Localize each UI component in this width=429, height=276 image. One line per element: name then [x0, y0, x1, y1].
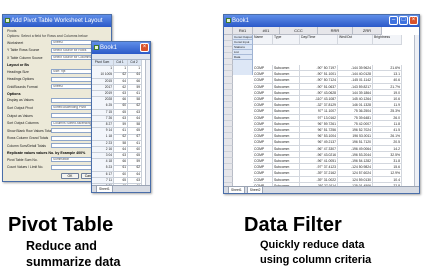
dialog-row-label: Headings Options	[7, 77, 34, 82]
pivot-dialog-title: Add Pivot Table Worksheet Layout	[11, 18, 103, 24]
dialog-row-label: Worksheet	[7, 40, 24, 45]
filter-field-header[interactable]: Brightness	[373, 35, 402, 45]
side-panel-item[interactable]: Data	[233, 55, 252, 60]
pivot-table-caption: Pivot Table	[8, 214, 114, 236]
filter-field-header[interactable]: Day/Time	[300, 35, 338, 45]
filter-field-header[interactable]: Wed/Oct	[338, 35, 373, 45]
close-icon[interactable]: ×	[409, 16, 418, 25]
pivot-sheet-title: Book1	[100, 45, 118, 51]
data-filter-titlebar[interactable]: Book1 – □ ×	[224, 15, 419, 27]
column-header[interactable]: RRR	[318, 27, 353, 35]
minimize-icon[interactable]: –	[389, 16, 398, 25]
pivot-sheet-tabs: Sheet1	[92, 185, 150, 192]
data-filter-window-controls: – □ ×	[389, 16, 418, 25]
app-icon	[226, 18, 231, 23]
sheet-tab-1[interactable]: Sheet1	[228, 187, 245, 193]
data-filter-title: Book1	[232, 18, 250, 24]
dialog-row-label: Output as Values	[7, 113, 33, 118]
column-header[interactable]: #01	[253, 27, 280, 35]
sheet-tab-2[interactable]: Sheet2	[246, 187, 264, 193]
data-filter-vertical-scrollbar[interactable]	[414, 35, 419, 186]
ok-button[interactable]: OK	[61, 172, 79, 179]
dialog-row-label: X Table Column Source	[7, 55, 43, 60]
dialog-row-label: Column Sum/Detail Totals	[7, 143, 46, 148]
column-header[interactable]: ZRR	[353, 27, 382, 35]
filter-field-header[interactable]: Name	[253, 35, 273, 45]
pivot-caption-line-2: summarize data	[26, 255, 121, 269]
filter-side-panel: Const Output Const Input Stations List Data	[233, 35, 253, 75]
app-icon	[5, 18, 10, 23]
filter-field-header[interactable]: Type	[273, 35, 300, 45]
dialog-row-label: Headings Size	[7, 69, 29, 74]
pivot-sheet-window-controls: ×	[140, 43, 149, 52]
dialog-row-label: Rows Column Grand Totals	[7, 136, 49, 141]
data-filter-sheet-tabs: Sheet1 Sheet2	[224, 186, 419, 193]
sheet-tab[interactable]: Sheet1	[96, 186, 113, 192]
app-icon	[94, 45, 99, 50]
pivot-sheet-vertical-scrollbar[interactable]	[145, 60, 150, 185]
dialog-row-label: Sort Output Columns	[7, 121, 39, 126]
pivot-dialog-titlebar[interactable]: Add Pivot Table Worksheet Layout	[3, 15, 111, 27]
dialog-row-label: Y Table Rows Source	[7, 48, 40, 53]
row-header[interactable]	[224, 59, 233, 65]
column-header[interactable]	[224, 27, 233, 35]
pivot-sheet-grid: Pivot Sum Col 1 Col 2 1 1 1 10 1005 62 64 2015 64 6…	[92, 60, 150, 191]
pivot-sheet-titlebar[interactable]: Book1 ×	[92, 42, 150, 54]
filter-caption-line-2: using column criteria	[260, 254, 372, 266]
column-header[interactable]: R#1	[233, 27, 253, 35]
dialog-row-label: Count Values / Limit No.	[7, 165, 44, 170]
filter-side-list: Const Output Const Input Stations List Data	[233, 35, 252, 60]
column-header[interactable]: CCC	[280, 27, 318, 35]
dialog-row-label: Show Blank Row Values Totals	[7, 128, 51, 133]
pivot-caption-line-1: Reduce and	[26, 239, 97, 253]
data-filter-window: Book1 – □ × R#1 #01 CCC RRR ZRR Const Output…	[223, 14, 420, 194]
filter-caption-line-1: Quickly reduce data	[260, 239, 365, 251]
dialog-row-label: Sort Output Pivot	[7, 105, 33, 110]
data-filter-caption: Data Filter	[244, 214, 342, 236]
pivot-sheet-window: Book1 × Pivot Sum Col 1 Col 2 1 1 1 10 1005 62 6…	[91, 41, 151, 193]
close-icon[interactable]: ×	[140, 43, 149, 52]
dialog-row-label: Pivot Table Sum No.	[7, 157, 38, 162]
dialog-row-label: Grid/Bounds Format	[7, 84, 38, 89]
dialog-row-label: Display as Values	[7, 98, 34, 103]
maximize-icon[interactable]: □	[399, 16, 408, 25]
